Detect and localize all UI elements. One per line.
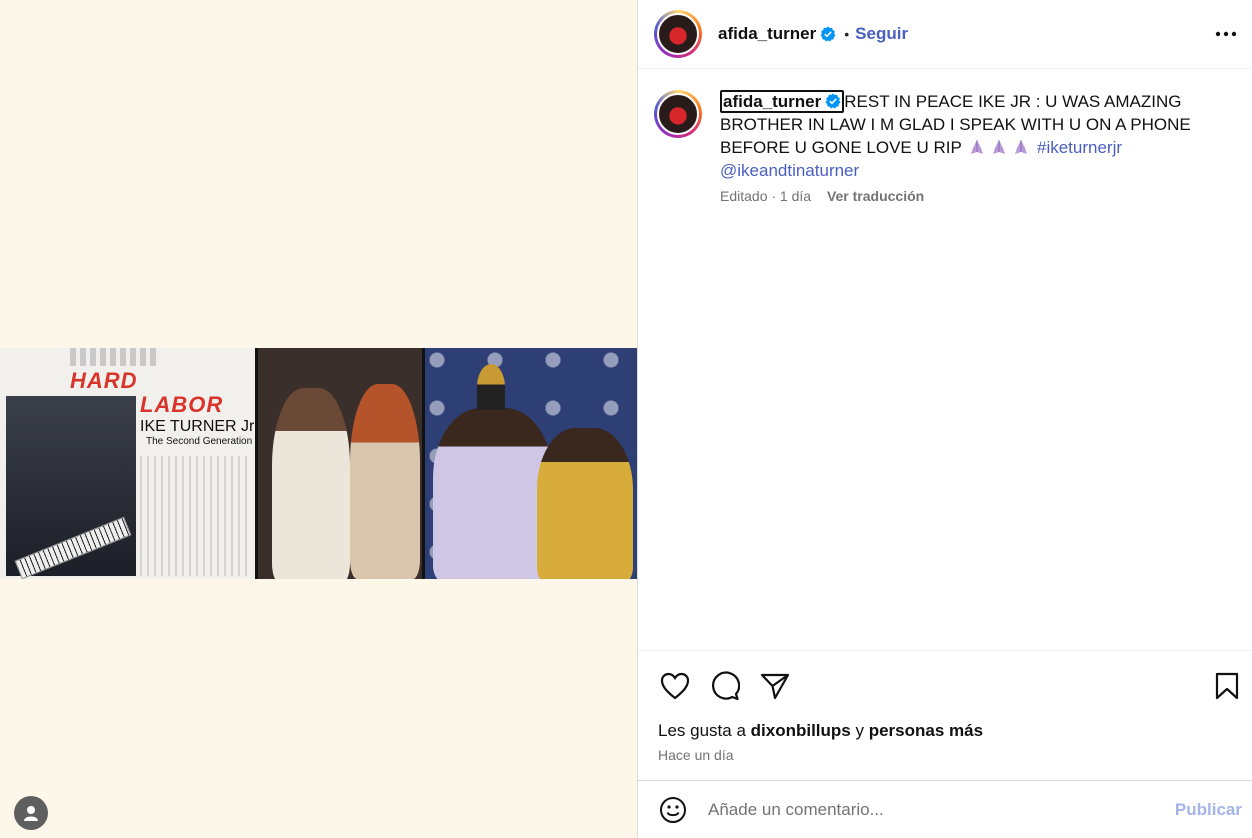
post-time[interactable]: Hace un día	[658, 747, 734, 763]
edited-timestamp: Editado · 1 día	[720, 188, 812, 204]
verified-badge-icon	[820, 26, 836, 42]
separator-dot: •	[844, 26, 850, 42]
photo-person-gold-jacket	[537, 428, 633, 579]
album-artist-name: IKE TURNER Jr	[140, 418, 255, 435]
photo-person-man	[272, 388, 350, 579]
praying-hands-emoji-icon	[1015, 140, 1028, 154]
author-username[interactable]: afida_turner	[718, 24, 816, 44]
album-pattern	[140, 456, 252, 576]
post-caption: afida_turner REST IN PEACE IKE JR : U WAS…	[654, 90, 1240, 204]
post-actions: Les gusta a dixonbillups y personas más …	[638, 650, 1252, 780]
album-cover-panel: HARD LABOR IKE TURNER Jr The Second Gene…	[0, 348, 258, 579]
album-stripes	[70, 348, 160, 366]
action-icons	[658, 669, 792, 703]
likes-others-link[interactable]: personas más	[869, 721, 983, 740]
grammy-trophy	[477, 364, 505, 410]
share-paper-plane-icon[interactable]	[758, 669, 792, 703]
post-media-area: HARD LABOR IKE TURNER Jr The Second Gene…	[0, 0, 637, 838]
post-header: afida_turner • Seguir	[638, 0, 1252, 69]
likes-summary: Les gusta a dixonbillups y personas más	[658, 721, 983, 741]
verified-badge-icon	[825, 93, 841, 109]
emoji-icon[interactable]	[656, 793, 690, 827]
caption-meta: Editado · 1 día Ver traducción	[720, 188, 1240, 204]
see-translation-button[interactable]: Ver traducción	[827, 188, 924, 204]
album-title-hard: HARD	[70, 368, 138, 393]
grammy-photo-panel	[425, 348, 637, 579]
caption-text-block: afida_turner REST IN PEACE IKE JR : U WAS…	[720, 90, 1240, 182]
album-title-labor: LABOR	[140, 392, 224, 417]
post-image-collage[interactable]: HARD LABOR IKE TURNER Jr The Second Gene…	[0, 348, 637, 579]
caption-author-avatar[interactable]	[654, 90, 702, 138]
user-avatar-icon[interactable]	[14, 796, 48, 830]
praying-hands-emoji-icon	[971, 140, 984, 154]
comment-bubble-icon[interactable]	[708, 669, 742, 703]
comment-input[interactable]	[708, 799, 1175, 820]
comment-bar: Publicar	[638, 780, 1252, 838]
couple-photo-panel	[258, 348, 425, 579]
likes-connector: y	[855, 721, 864, 740]
hashtag-link[interactable]: #iketurnerjr	[1037, 138, 1122, 157]
follow-button[interactable]: Seguir	[855, 24, 908, 44]
author-avatar[interactable]	[654, 10, 702, 58]
publish-button[interactable]: Publicar	[1175, 800, 1242, 820]
likes-user-link[interactable]: dixonbillups	[751, 721, 851, 740]
post-sidebar: afida_turner • Seguir afida_turner REST I…	[637, 0, 1252, 838]
likes-prefix: Les gusta a	[658, 721, 746, 740]
photo-person-woman	[350, 384, 420, 579]
like-heart-icon[interactable]	[658, 669, 692, 703]
photo-person-trophy-holder	[433, 408, 553, 579]
mention-link[interactable]: @ikeandtinaturner	[720, 161, 859, 180]
caption-username-link[interactable]: afida_turner	[720, 90, 845, 113]
caption-username: afida_turner	[723, 92, 822, 111]
album-subtitle: The Second Generation	[146, 436, 253, 447]
praying-hands-emoji-icon	[993, 140, 1006, 154]
save-bookmark-icon[interactable]	[1210, 669, 1244, 703]
more-options-icon[interactable]	[1214, 22, 1238, 46]
